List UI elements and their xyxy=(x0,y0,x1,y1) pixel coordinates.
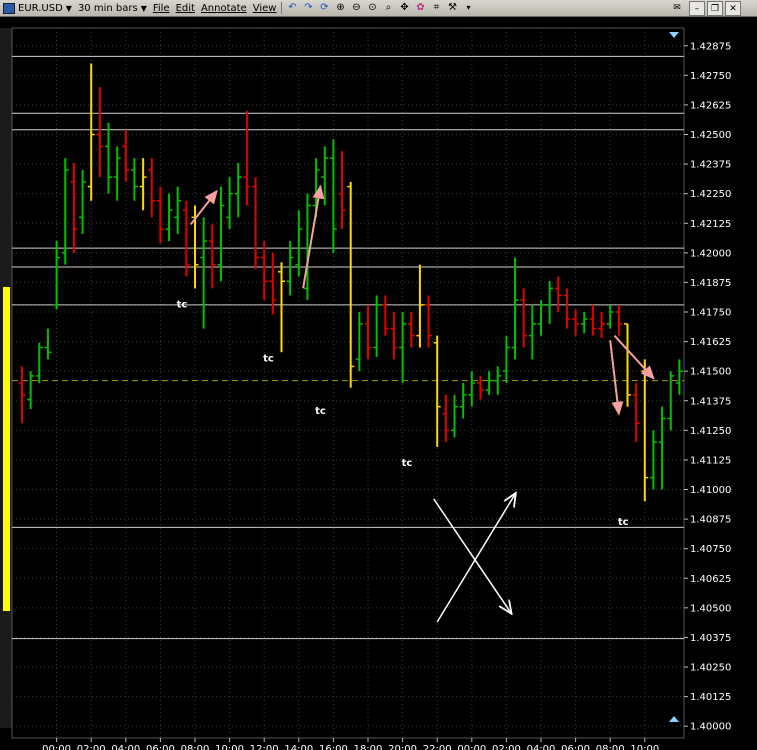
price-tick-label: 1.40750 xyxy=(690,544,731,555)
price-tick-label: 1.40500 xyxy=(690,603,731,614)
symbol-label: EUR.USD xyxy=(18,2,63,14)
chart-toolbar: EUR.USD ▼ 30 min bars ▼ File Edit Annota… xyxy=(0,0,757,17)
price-tick-label: 1.40875 xyxy=(690,515,731,526)
redo-icon[interactable]: ↷ xyxy=(301,2,315,15)
time-tick-label: 18:00 xyxy=(354,744,383,750)
tc-label: tc xyxy=(402,458,413,469)
menu-edit[interactable]: Edit xyxy=(173,0,198,16)
menu-annotate-label: Annotate xyxy=(200,2,247,14)
symbol-selector[interactable]: EUR.USD ▼ xyxy=(0,0,75,16)
color-palette-icon[interactable]: ✿ xyxy=(413,2,427,15)
time-tick-label: 10:00 xyxy=(215,744,244,750)
toolbar-divider xyxy=(281,2,283,14)
time-tick-label: 02:00 xyxy=(77,744,106,750)
time-tick-label: 00:00 xyxy=(457,744,486,750)
menu-edit-label: Edit xyxy=(175,2,195,14)
tc-label: tc xyxy=(618,517,629,528)
menu-view[interactable]: View xyxy=(250,0,280,16)
toolbar-overflow-icon[interactable]: ▾ xyxy=(461,2,475,15)
price-tick-label: 1.40250 xyxy=(690,663,731,674)
tc-label: tc xyxy=(263,354,274,365)
price-tick-label: 1.40125 xyxy=(690,692,731,703)
price-tick-label: 1.41875 xyxy=(690,278,731,289)
zoom-fit-icon[interactable]: ⊙ xyxy=(365,2,379,15)
time-tick-label: 22:00 xyxy=(423,744,452,750)
price-tick-label: 1.42875 xyxy=(690,41,731,52)
chevron-down-icon: ▼ xyxy=(140,3,147,13)
price-tick-label: 1.42625 xyxy=(690,100,731,111)
price-tick-label: 1.42000 xyxy=(690,248,731,259)
price-tick-label: 1.41125 xyxy=(690,455,731,466)
tc-label: tc xyxy=(177,299,188,310)
price-tick-label: 1.41250 xyxy=(690,426,731,437)
zoom-in-icon[interactable]: ⊕ xyxy=(333,2,347,15)
menu-file[interactable]: File xyxy=(150,0,173,16)
time-tick-label: 20:00 xyxy=(388,744,417,750)
price-tick-label: 1.42125 xyxy=(690,219,731,230)
price-tick-label: 1.40625 xyxy=(690,574,731,585)
price-tick-label: 1.40375 xyxy=(690,633,731,644)
price-tick-label: 1.41375 xyxy=(690,396,731,407)
price-tick-label: 1.41750 xyxy=(690,308,731,319)
minimize-icon[interactable]: – xyxy=(689,1,705,16)
interval-label: 30 min bars xyxy=(77,2,138,14)
menu-annotate[interactable]: Annotate xyxy=(198,0,250,16)
refresh-icon[interactable]: ⟳ xyxy=(317,2,331,15)
price-tick-label: 1.42250 xyxy=(690,189,731,200)
magnifier-icon[interactable]: ⌕ xyxy=(381,2,395,15)
time-tick-label: 06:00 xyxy=(146,744,175,750)
time-tick-label: 08:00 xyxy=(596,744,625,750)
time-tick-label: 08:00 xyxy=(181,744,210,750)
menu-file-label: File xyxy=(152,2,170,14)
time-tick-label: 04:00 xyxy=(111,744,140,750)
chevron-down-icon: ▼ xyxy=(65,3,72,13)
price-chart[interactable]: tc tc tc tc tc 1.42875 1.42750 1.42625 1.42500 1… xyxy=(0,16,757,750)
zoom-out-icon[interactable]: ⊖ xyxy=(349,2,363,15)
price-tick-label: 1.42500 xyxy=(690,130,731,141)
help-icon[interactable]: ✉ xyxy=(670,1,684,14)
interval-selector[interactable]: 30 min bars ▼ xyxy=(75,0,150,16)
price-tick-label: 1.42375 xyxy=(690,160,731,171)
drawing-tool-icon[interactable]: ⌗ xyxy=(429,2,443,15)
time-axis: 00:00 02:00 04:00 06:00 08:00 10:00 12:00 14:00… xyxy=(42,738,659,750)
price-tick-label: 1.40000 xyxy=(690,722,731,733)
price-tick-label: 1.41500 xyxy=(690,367,731,378)
undo-icon[interactable]: ↶ xyxy=(285,2,299,15)
price-tick-label: 1.41625 xyxy=(690,337,731,348)
time-tick-label: 10:00 xyxy=(630,744,659,750)
tc-label: tc xyxy=(315,406,326,417)
time-tick-label: 02:00 xyxy=(492,744,521,750)
time-tick-label: 16:00 xyxy=(319,744,348,750)
time-tick-label: 00:00 xyxy=(42,744,71,750)
price-tick-label: 1.42750 xyxy=(690,71,731,82)
time-tick-label: 14:00 xyxy=(284,744,313,750)
wrench-icon[interactable]: ⚒ xyxy=(445,2,459,15)
time-tick-label: 04:00 xyxy=(527,744,556,750)
price-tick-label: 1.41000 xyxy=(690,485,731,496)
window-icon xyxy=(3,2,15,14)
time-tick-label: 12:00 xyxy=(250,744,279,750)
restore-icon[interactable]: ❐ xyxy=(707,1,723,16)
menu-view-label: View xyxy=(252,2,277,14)
time-tick-label: 06:00 xyxy=(561,744,590,750)
pan-icon[interactable]: ✥ xyxy=(397,2,411,15)
close-icon[interactable]: ✕ xyxy=(725,1,741,16)
